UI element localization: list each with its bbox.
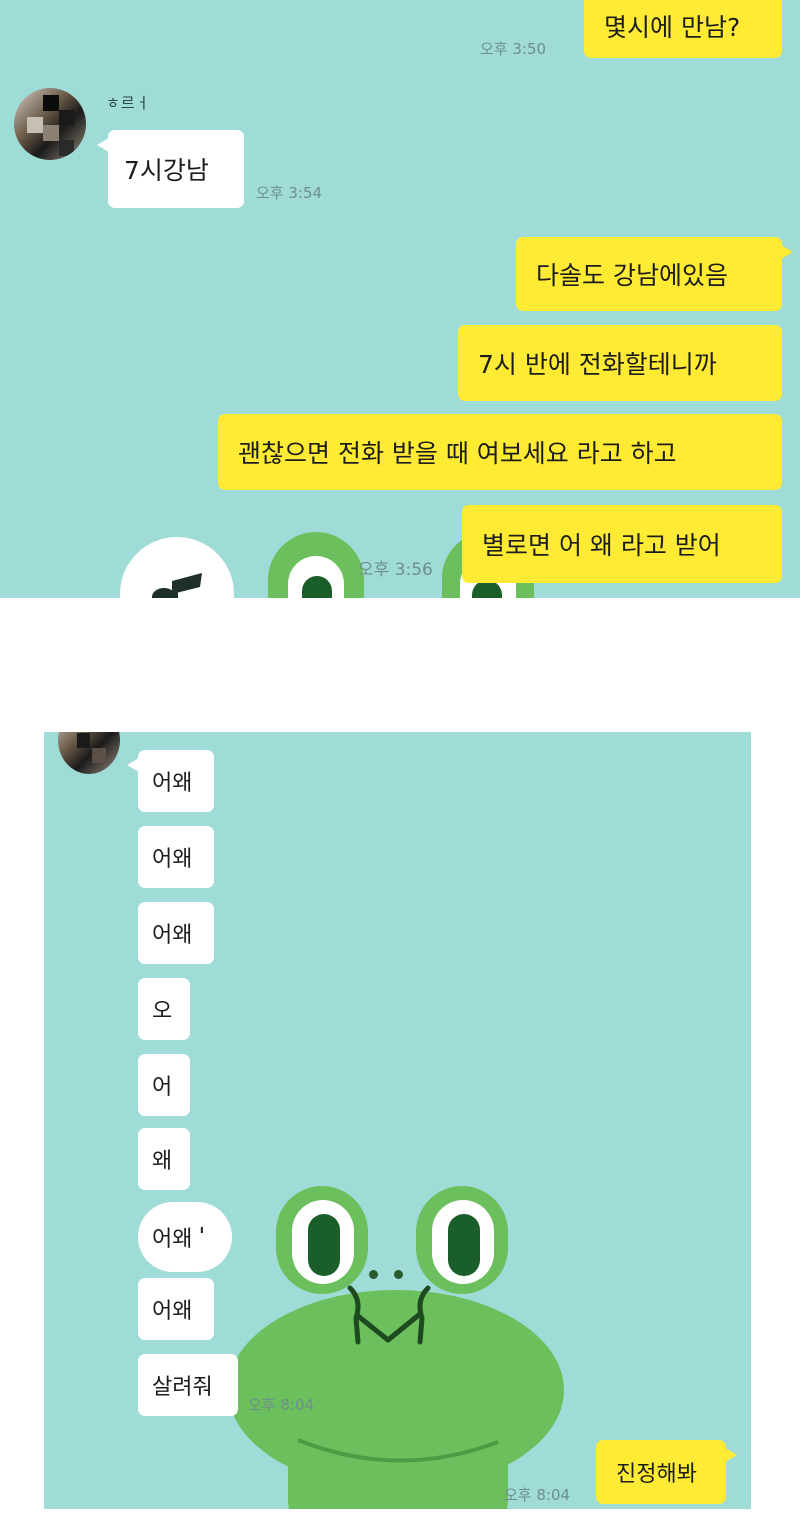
my-message-bubble[interactable]: 다솔도 강남에있음	[516, 237, 793, 311]
message-text: 7시강남	[124, 156, 209, 185]
frog-sticker[interactable]	[228, 1180, 564, 1509]
their-message-bubble[interactable]: 7시강남	[97, 130, 244, 208]
message-time: 오후 8:04	[248, 1396, 315, 1414]
their-message-bubble[interactable]: 어	[138, 1054, 190, 1116]
their-message-bubble[interactable]: 어왜	[138, 902, 214, 964]
my-message-bubble[interactable]: 진정해봐	[596, 1440, 737, 1504]
their-message-bubble[interactable]: 어왜	[127, 750, 214, 812]
message-time: 오후 3:50	[480, 40, 547, 58]
message-text: 왜	[152, 1149, 173, 1174]
sender-name: ㅎ르ㅓ	[106, 94, 151, 112]
message-text: 괜찮으면 전화 받을 때 여보세요 라고 하고	[238, 439, 677, 468]
message-text: 어왜	[152, 847, 193, 872]
their-message-bubble[interactable]: 오	[138, 978, 190, 1040]
chat-screenshot-bottom: 어왜 어왜 어왜 오 어 왜 어왜 ˈ 어왜 살려줘 오후 8:04 오후 8:…	[44, 732, 751, 1509]
message-time: 오후 3:56	[358, 560, 433, 580]
message-text: 진정해봐	[616, 1462, 697, 1487]
my-message-bubble[interactable]: 몇시에 만남?	[584, 0, 782, 58]
message-text: 살려줘	[152, 1375, 213, 1400]
avatar[interactable]	[14, 88, 86, 160]
message-text: 오	[152, 999, 173, 1024]
their-message-bubble[interactable]: 어왜	[138, 1278, 214, 1340]
message-text: 어왜	[152, 1299, 193, 1324]
their-message-bubble[interactable]: 어왜 ˈ	[138, 1202, 232, 1272]
my-message-bubble[interactable]: 별로면 어 왜 라고 받어	[462, 505, 782, 583]
message-text: 어왜	[152, 1227, 193, 1252]
chat-screenshot-top: 몇시에 만남? 오후 3:50 ㅎ르ㅓ 7시강남 오후 3:54 다솔도 강남에…	[0, 0, 800, 598]
my-message-bubble[interactable]: 괜찮으면 전화 받을 때 여보세요 라고 하고	[218, 414, 782, 490]
message-text: 다솔도 강남에있음	[536, 261, 728, 290]
their-message-bubble[interactable]: 살려줘	[138, 1354, 238, 1416]
avatar[interactable]	[58, 732, 120, 774]
message-time: 오후 8:04	[504, 1486, 571, 1504]
speech-mark: ˈ	[198, 1224, 206, 1250]
frog-sticker[interactable]	[268, 532, 364, 598]
message-time: 오후 3:54	[256, 184, 323, 202]
message-text: 몇시에 만남?	[604, 13, 741, 42]
music-note-icon[interactable]	[120, 537, 234, 598]
their-message-bubble[interactable]: 왜	[138, 1128, 190, 1190]
message-text: 어왜	[152, 923, 193, 948]
message-text: 어	[152, 1075, 173, 1100]
message-text: 별로면 어 왜 라고 받어	[482, 531, 721, 560]
message-text: 어왜	[152, 771, 193, 796]
message-text: 7시 반에 전화할테니까	[478, 350, 717, 379]
my-message-bubble[interactable]: 7시 반에 전화할테니까	[458, 325, 782, 401]
their-message-bubble[interactable]: 어왜	[138, 826, 214, 888]
